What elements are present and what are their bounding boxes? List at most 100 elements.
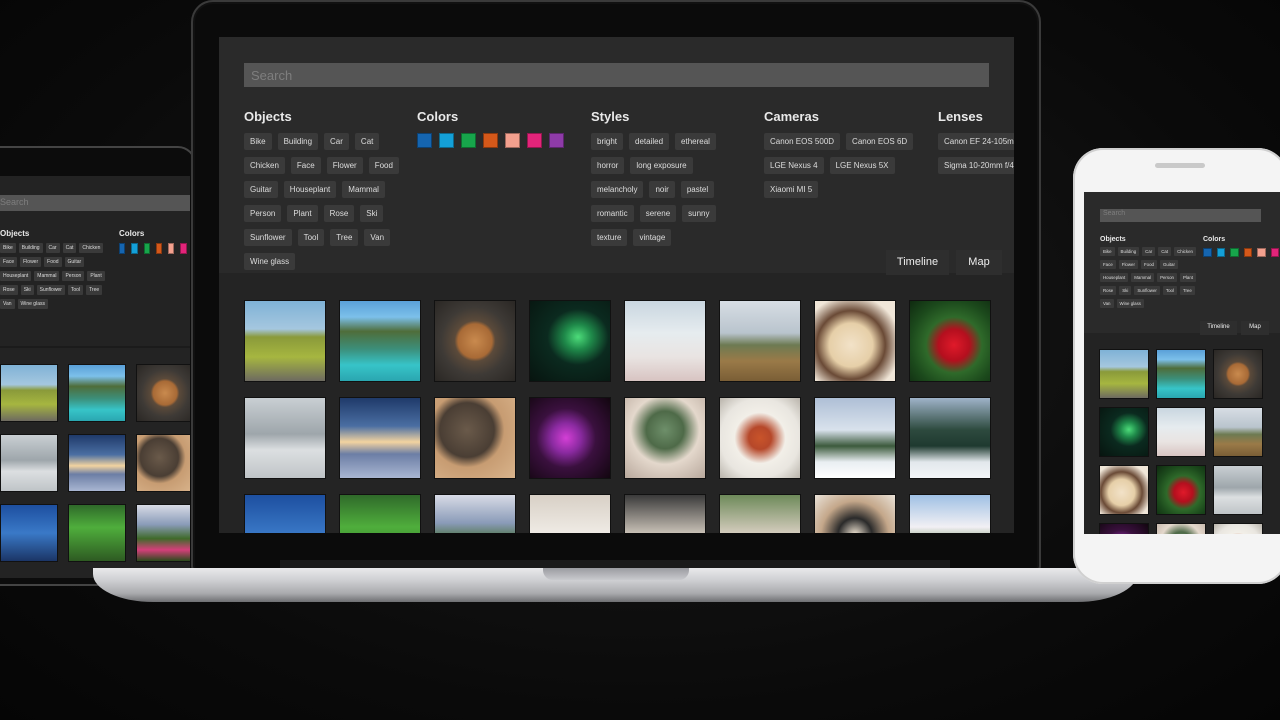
objects-tag-wine-glass[interactable]: Wine glass [1116, 299, 1144, 308]
styles-tag-sunny[interactable]: sunny [682, 205, 716, 222]
blue-sky-photo[interactable] [244, 494, 326, 533]
objects-tag-mammal[interactable]: Mammal [342, 181, 385, 198]
objects-tag-mammal[interactable]: Mammal [1131, 273, 1155, 282]
van-photo[interactable] [1099, 349, 1149, 399]
snowy-mountain-photo[interactable] [814, 397, 896, 479]
color-swatch-3[interactable] [461, 133, 476, 148]
objects-tag-rose[interactable]: Rose [0, 285, 18, 295]
siamese-cat-photo[interactable] [814, 300, 896, 382]
search-input[interactable]: Search [1100, 209, 1261, 222]
objects-tag-car[interactable]: Car [45, 243, 60, 253]
lenses-tag-sigma-10-20mm-f-4[interactable]: Sigma 10-20mm f/4- [938, 157, 1014, 174]
hedgehog-photo[interactable] [136, 434, 190, 492]
objects-tag-houseplant[interactable]: Houseplant [283, 181, 337, 198]
objects-tag-tree[interactable]: Tree [330, 229, 359, 246]
objects-tag-guitar[interactable]: Guitar [1159, 260, 1178, 269]
search-input[interactable]: Search [0, 195, 190, 211]
objects-tag-van[interactable]: Van [0, 299, 15, 309]
blossom-photo[interactable] [909, 494, 991, 533]
tea-cup-photo[interactable] [434, 300, 516, 382]
cameras-tag-canon-eos-500d[interactable]: Canon EOS 500D [764, 133, 841, 150]
objects-tag-building[interactable]: Building [277, 133, 319, 150]
objects-tag-bike[interactable]: Bike [1100, 247, 1115, 256]
objects-tag-tool[interactable]: Tool [1162, 286, 1177, 295]
concert-photo[interactable] [1099, 523, 1149, 534]
objects-tag-food[interactable]: Food [368, 157, 399, 174]
succulent-pot-photo[interactable] [624, 397, 706, 479]
styles-tag-long-exposure[interactable]: long exposure [630, 157, 693, 174]
objects-tag-ski[interactable]: Ski [360, 205, 384, 222]
objects-tag-food[interactable]: Food [44, 257, 62, 267]
color-swatch-5[interactable] [505, 133, 520, 148]
garden-flowers-photo[interactable] [136, 504, 190, 562]
lenses-tag-canon-ef-24-105mm[interactable]: Canon EF 24-105mm [938, 133, 1014, 150]
ski-slope-photo[interactable] [1156, 407, 1206, 457]
color-swatch-2[interactable] [131, 243, 138, 254]
blue-sky-photo[interactable] [0, 504, 58, 562]
objects-tag-face[interactable]: Face [290, 157, 321, 174]
objects-tag-wine-glass[interactable]: Wine glass [244, 253, 296, 270]
objects-tag-plant[interactable]: Plant [87, 271, 105, 281]
van-photo[interactable] [0, 364, 58, 422]
rose-photo[interactable] [1156, 465, 1206, 515]
objects-tag-chicken[interactable]: Chicken [1174, 247, 1196, 256]
objects-tag-chicken[interactable]: Chicken [244, 157, 285, 174]
tea-cup-photo[interactable] [1213, 349, 1263, 399]
objects-tag-face[interactable]: Face [1100, 260, 1116, 269]
color-swatch-1[interactable] [417, 133, 432, 148]
objects-tag-flower[interactable]: Flower [326, 157, 363, 174]
color-swatch-3[interactable] [143, 243, 150, 254]
river-photo[interactable] [68, 364, 126, 422]
objects-tag-cat[interactable]: Cat [1158, 247, 1172, 256]
snowy-road-photo[interactable] [0, 434, 58, 492]
objects-tag-bike[interactable]: Bike [244, 133, 272, 150]
river-photo[interactable] [339, 300, 421, 382]
color-swatch-4[interactable] [483, 133, 498, 148]
food-plate-photo[interactable] [719, 397, 801, 479]
color-swatch-7[interactable] [549, 133, 564, 148]
siamese-cat-photo[interactable] [1099, 465, 1149, 515]
objects-tag-flower[interactable]: Flower [20, 257, 42, 267]
objects-tag-tree[interactable]: Tree [86, 285, 103, 295]
styles-tag-horror[interactable]: horror [591, 157, 625, 174]
color-swatch-3[interactable] [1230, 248, 1239, 257]
objects-tag-houseplant[interactable]: Houseplant [1100, 273, 1129, 282]
objects-tag-ski[interactable]: Ski [20, 285, 34, 295]
sushi-plate-photo[interactable] [529, 494, 611, 533]
aurora-photo[interactable] [1099, 407, 1149, 457]
snow-forest-photo[interactable] [909, 397, 991, 479]
objects-tag-mammal[interactable]: Mammal [34, 271, 60, 281]
grass-photo[interactable] [339, 494, 421, 533]
concert-photo[interactable] [529, 397, 611, 479]
cutting-board-photo[interactable] [719, 494, 801, 533]
color-swatch-5[interactable] [1257, 248, 1266, 257]
grass-photo[interactable] [68, 504, 126, 562]
cameras-tag-lge-nexus-4[interactable]: LGE Nexus 4 [764, 157, 824, 174]
color-swatch-6[interactable] [180, 243, 187, 254]
objects-tag-flower[interactable]: Flower [1118, 260, 1138, 269]
styles-tag-romantic[interactable]: romantic [591, 205, 634, 222]
styles-tag-ethereal[interactable]: ethereal [675, 133, 716, 150]
objects-tag-food[interactable]: Food [1140, 260, 1157, 269]
color-swatch-6[interactable] [1270, 248, 1280, 257]
styles-tag-texture[interactable]: texture [591, 229, 628, 246]
color-swatch-4[interactable] [155, 243, 163, 254]
objects-tag-plant[interactable]: Plant [1179, 273, 1196, 282]
objects-tag-person[interactable]: Person [1157, 273, 1177, 282]
objects-tag-sunflower[interactable]: Sunflower [244, 229, 292, 246]
tea-cup-photo[interactable] [136, 364, 190, 422]
styles-tag-bright[interactable]: bright [591, 133, 624, 150]
sushi-rolls-photo[interactable] [814, 494, 896, 533]
rose-photo[interactable] [909, 300, 991, 382]
field-photo[interactable] [719, 300, 801, 382]
objects-tag-rose[interactable]: Rose [323, 205, 355, 222]
objects-tag-cat[interactable]: Cat [354, 133, 380, 150]
objects-tag-ski[interactable]: Ski [1119, 286, 1132, 295]
styles-tag-vintage[interactable]: vintage [633, 229, 672, 246]
succulent-pot-photo[interactable] [1156, 523, 1206, 534]
tab-map[interactable]: Map [1241, 321, 1269, 335]
food-plate-photo[interactable] [1213, 523, 1263, 534]
objects-tag-van[interactable]: Van [1100, 299, 1114, 308]
objects-tag-sunflower[interactable]: Sunflower [1134, 286, 1160, 295]
color-swatch-2[interactable] [439, 133, 454, 148]
